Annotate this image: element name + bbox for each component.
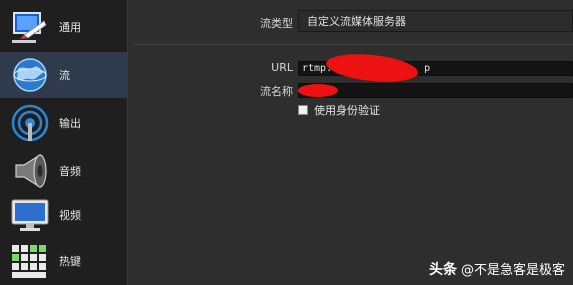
sidebar-item-stream[interactable]: 流	[0, 52, 127, 98]
sidebar-item-label: 热键	[59, 255, 81, 268]
sidebar-item-label: 通用	[59, 21, 81, 34]
watermark: 头条 @不是急客是极客	[429, 259, 565, 279]
stream-key-field[interactable]	[298, 83, 573, 98]
watermark-brand: 头条	[428, 262, 457, 278]
url-label: URL	[271, 61, 293, 74]
sidebar-item-output[interactable]: 输出	[0, 100, 127, 146]
stream-settings-panel: 流类型 自定义流媒体服务器 URL rtmp: p 流名称 使用身份验证 头条 …	[128, 0, 573, 285]
general-settings-icon	[9, 6, 51, 48]
sidebar-item-label: 音频	[59, 165, 81, 178]
hotkeys-keyboard-icon	[9, 240, 51, 282]
use-auth-label: 使用身份验证	[314, 104, 380, 117]
redaction-mark	[298, 84, 338, 97]
redaction-mark	[324, 50, 420, 86]
stream-type-label: 流类型	[260, 17, 293, 30]
stream-type-value: 自定义流媒体服务器	[307, 15, 406, 28]
sidebar-item-label: 流	[59, 69, 70, 82]
sidebar-item-label: 视频	[59, 209, 81, 222]
stream-type-select[interactable]: 自定义流媒体服务器	[298, 10, 573, 32]
sidebar-item-video[interactable]: 视频	[0, 192, 127, 238]
stream-key-label: 流名称	[260, 85, 293, 98]
settings-sidebar: 通用 流 输出 音频 视频 热键	[0, 0, 128, 285]
use-auth-checkbox[interactable]	[298, 105, 308, 115]
auth-row: 使用身份验证	[298, 102, 380, 118]
section-divider	[134, 44, 573, 45]
sidebar-item-general[interactable]: 通用	[0, 4, 127, 50]
stream-globe-icon	[9, 54, 51, 96]
video-monitor-icon	[9, 194, 51, 236]
sidebar-item-hotkeys[interactable]: 热键	[0, 238, 127, 284]
audio-speaker-icon	[9, 150, 51, 192]
sidebar-item-label: 输出	[59, 117, 81, 130]
url-suffix: p	[424, 63, 431, 74]
output-antenna-icon	[9, 102, 51, 144]
sidebar-item-audio[interactable]: 音频	[0, 148, 127, 194]
settings-window: 通用 流 输出 音频 视频 热键 流类型 自定义流媒体服务器 URL rtmp:…	[0, 0, 573, 285]
watermark-handle: @不是急客是极客	[460, 263, 565, 278]
